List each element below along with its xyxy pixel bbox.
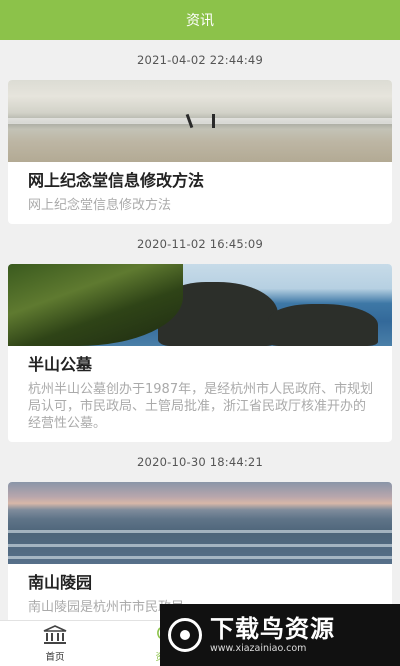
app-header: 资讯 — [0, 0, 400, 40]
news-card[interactable]: 南山陵园 南山陵园是杭州市市民政局、 — [8, 482, 392, 620]
watermark-banner: 下载鸟资源 www.xiazainiao.com — [160, 604, 400, 666]
news-title: 南山陵园 — [28, 573, 93, 592]
news-feed[interactable]: 2021-04-02 22:44:49 网上纪念堂信息修改方法 网上纪念堂信息修… — [0, 40, 400, 620]
news-image — [8, 482, 392, 564]
timestamp: 2021-04-02 22:44:49 — [137, 53, 263, 67]
tab-home[interactable]: 首页 — [0, 621, 110, 666]
news-summary: 网上纪念堂信息修改方法 — [28, 198, 172, 213]
news-image — [8, 80, 392, 162]
watermark-url: www.xiazainiao.com — [210, 643, 307, 654]
news-image — [8, 264, 392, 346]
timestamp: 2020-10-30 18:44:21 — [137, 455, 263, 469]
timestamp: 2020-11-02 16:45:09 — [137, 237, 263, 251]
bank-icon — [43, 625, 67, 644]
news-card[interactable]: 网上纪念堂信息修改方法 网上纪念堂信息修改方法 — [8, 80, 392, 224]
news-card[interactable]: 半山公墓 杭州半山公墓创办于1987年，是经杭州市人民政府、市规划局认可，市民政… — [8, 264, 392, 442]
page-title: 资讯 — [186, 13, 214, 29]
news-title: 半山公墓 — [28, 355, 93, 374]
news-summary: 杭州半山公墓创办于1987年，是经杭州市人民政府、市规划局认可，市民政局、土管局… — [28, 382, 374, 431]
bird-logo-icon — [168, 618, 202, 652]
news-title: 网上纪念堂信息修改方法 — [28, 171, 205, 190]
watermark-title: 下载鸟资源 — [210, 615, 335, 643]
tab-home-label: 首页 — [45, 652, 65, 663]
